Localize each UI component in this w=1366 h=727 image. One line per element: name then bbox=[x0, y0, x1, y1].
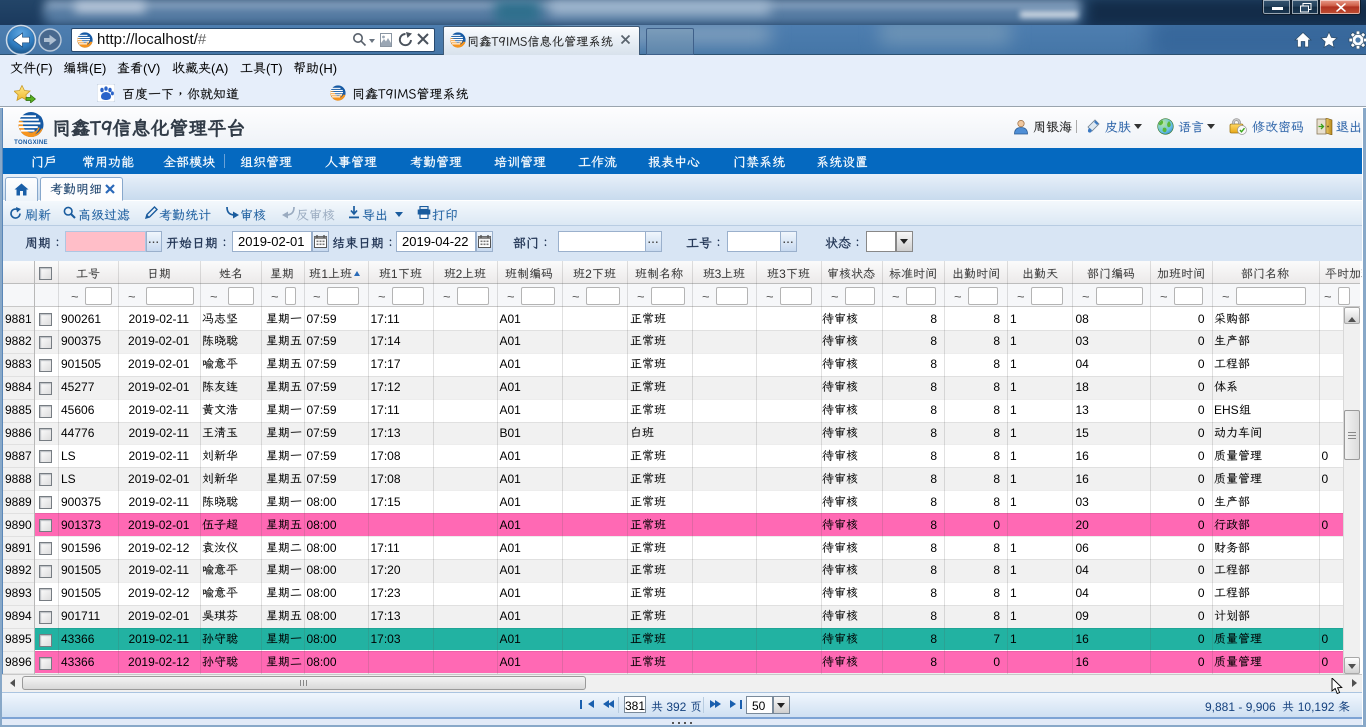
svg-text:TONGXINE: TONGXINE bbox=[14, 140, 48, 146]
